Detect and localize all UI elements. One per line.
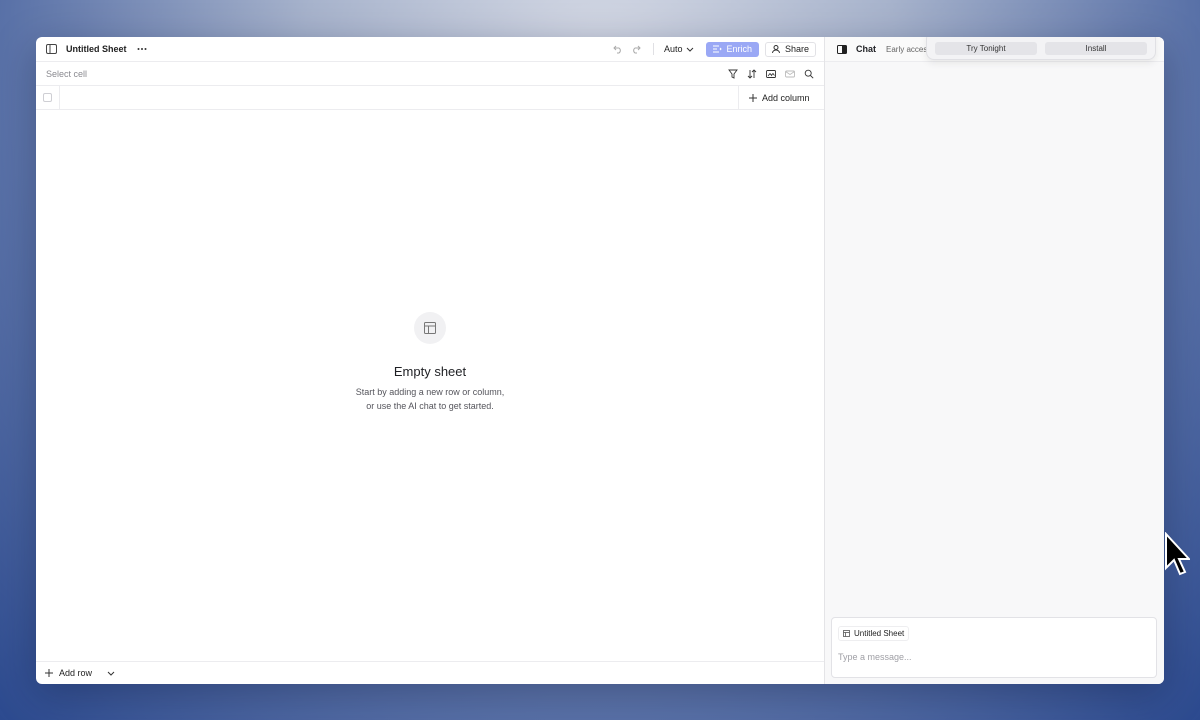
add-column-label: Add column: [762, 92, 810, 103]
empty-state-title: Empty sheet: [393, 364, 467, 379]
undo-icon[interactable]: [611, 42, 625, 56]
panel-toggle-icon[interactable]: [835, 42, 849, 56]
search-icon[interactable]: [804, 69, 814, 79]
context-chip-label: Untitled Sheet: [854, 629, 905, 638]
cell-bar: Select cell: [36, 62, 824, 86]
redo-icon[interactable]: [629, 42, 643, 56]
share-button[interactable]: Share: [764, 41, 816, 57]
try-tonight-button[interactable]: Try Tonight: [935, 42, 1037, 55]
sheet-grid: Empty sheet Start by adding a new row or…: [36, 110, 824, 661]
add-row-button[interactable]: Add row: [59, 668, 92, 678]
plus-icon: [749, 93, 757, 102]
context-chip[interactable]: Untitled Sheet: [838, 626, 910, 641]
chat-composer: Untitled Sheet Type a message...: [831, 617, 1157, 678]
empty-state-line-1: Start by adding a new row or column,: [355, 387, 505, 397]
empty-state-description: Start by adding a new row or column, or …: [36, 385, 824, 413]
chat-pane: Chat Early acces Try Tonight Install Unt…: [825, 37, 1164, 684]
sheet-title[interactable]: Untitled Sheet: [66, 44, 127, 54]
empty-state-line-2: or use the AI chat to get started.: [366, 401, 494, 411]
update-popup: Try Tonight Install: [926, 37, 1156, 60]
table-icon: [414, 312, 446, 344]
chevron-down-icon: [687, 47, 694, 52]
more-options-icon[interactable]: [135, 42, 149, 56]
sheet-footer: Add row: [36, 661, 824, 684]
early-access-badge: Early acces: [886, 44, 928, 54]
share-button-label: Share: [784, 44, 809, 54]
image-icon[interactable]: [766, 69, 776, 79]
plus-icon[interactable]: [44, 666, 53, 680]
add-column-button[interactable]: Add column: [739, 86, 824, 109]
filter-icon[interactable]: [728, 69, 738, 79]
mode-select-value: Auto: [663, 44, 683, 54]
select-all-cell: [36, 86, 60, 109]
table-icon: [843, 630, 850, 637]
select-all-checkbox[interactable]: [43, 93, 52, 102]
app-window: Untitled Sheet Auto Enrich Share Select …: [36, 37, 1164, 684]
column-header-empty: [60, 86, 739, 109]
sort-icon[interactable]: [747, 68, 757, 79]
sheet-tools: [728, 68, 814, 79]
history-controls: [611, 42, 643, 56]
cell-reference-input[interactable]: Select cell: [46, 69, 87, 79]
enrich-icon: [713, 45, 723, 53]
empty-state: Empty sheet Start by adding a new row or…: [36, 312, 824, 413]
column-header-row: Add column: [36, 86, 824, 110]
chat-title: Chat: [856, 44, 876, 54]
sidebar-toggle-icon[interactable]: [44, 42, 58, 56]
enrich-button[interactable]: Enrich: [706, 41, 759, 57]
sheet-toolbar: Untitled Sheet Auto Enrich Share: [36, 37, 824, 62]
sheet-pane: Untitled Sheet Auto Enrich Share Select …: [36, 37, 825, 684]
chevron-down-icon[interactable]: [104, 666, 118, 680]
message-input[interactable]: Type a message...: [838, 652, 1150, 662]
user-icon: [771, 45, 780, 53]
mode-select[interactable]: Auto: [664, 44, 695, 54]
enrich-button-label: Enrich: [726, 44, 752, 54]
install-button[interactable]: Install: [1045, 42, 1147, 55]
mail-icon[interactable]: [785, 69, 795, 79]
mouse-pointer-icon: [1165, 532, 1190, 576]
